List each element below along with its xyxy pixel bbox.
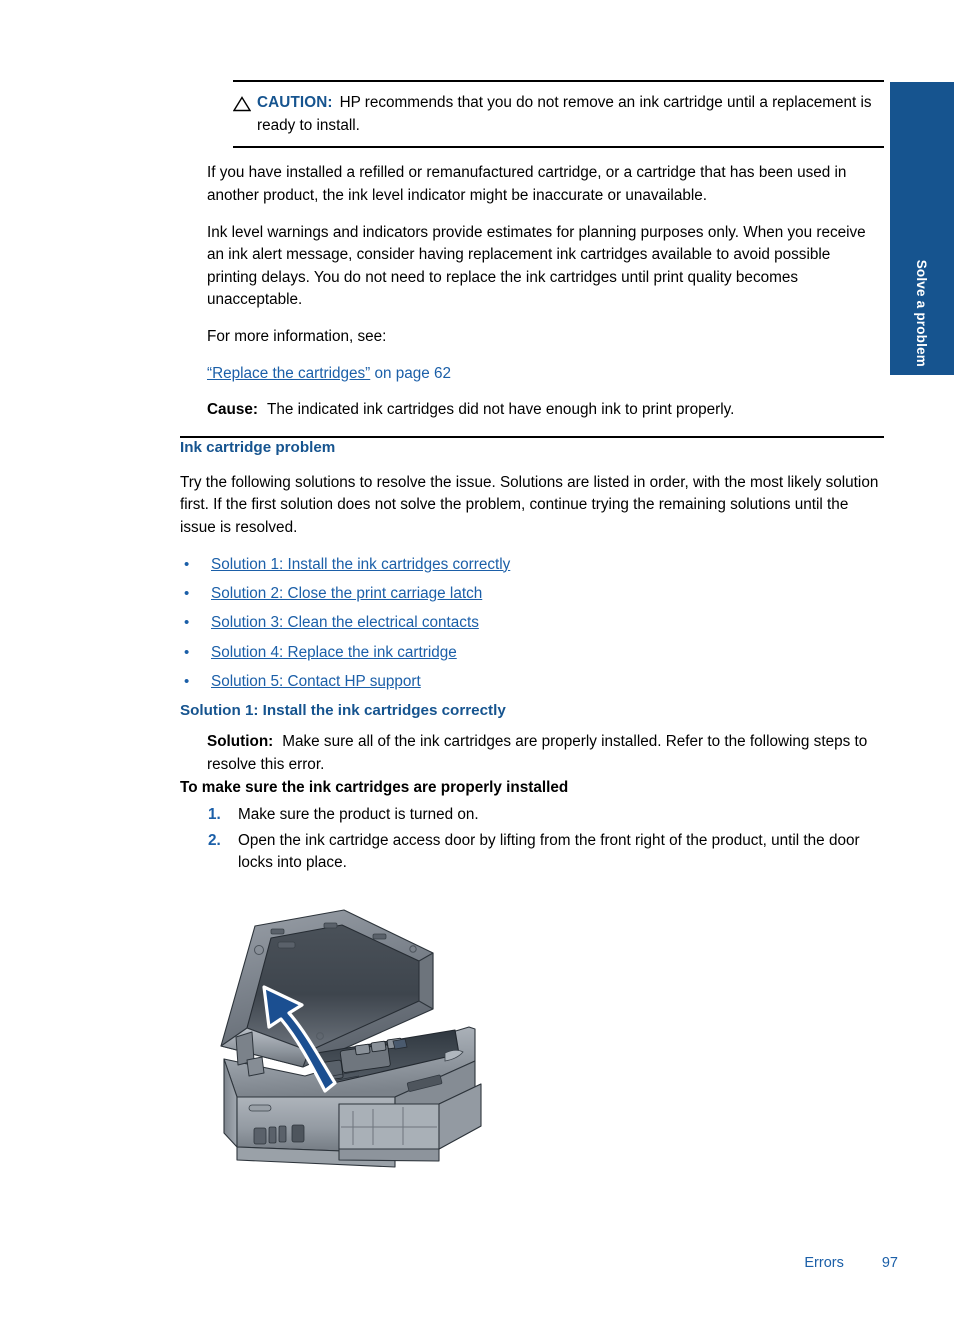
link-replace-the-cartridges-text: “Replace the cartridges”: [207, 364, 371, 382]
caution-triangle-icon: [233, 92, 257, 112]
list-item: 1. Make sure the product is turned on.: [207, 804, 884, 827]
bullet-icon: •: [184, 643, 190, 661]
caution-body-text: HP recommends that you do not remove an …: [257, 94, 872, 134]
printer-access-door-open-illustration: [207, 901, 517, 1186]
list-item: • Solution 2: Close the print carriage l…: [180, 583, 884, 604]
step-text: Make sure the product is turned on.: [238, 805, 479, 823]
solution-label: Solution:: [207, 733, 274, 751]
list-item: 2. Open the ink cartridge access door by…: [207, 830, 884, 875]
caution-label: CAUTION:: [257, 94, 333, 111]
link-replace-the-cartridges[interactable]: “Replace the cartridges”: [207, 365, 370, 382]
list-item: • Solution 5: Contact HP support: [180, 671, 884, 692]
link-solution-2[interactable]: Solution 2: Close the print carriage lat…: [211, 585, 482, 602]
page-content: CAUTION: HP recommends that you do not re…: [180, 0, 884, 1186]
side-tab-label: Solve a problem: [914, 259, 930, 367]
cause-text: The indicated ink cartridges did not hav…: [267, 401, 735, 419]
solution-text: Make sure all of the ink cartridges are …: [207, 733, 868, 773]
cause-label: Cause:: [207, 401, 259, 419]
caution-note-block: CAUTION: HP recommends that you do not re…: [233, 80, 884, 149]
section-heading-ink-cartridge-problem: Ink cartridge problem: [180, 438, 336, 456]
solution-1-body: Solution: Make sure all of the ink cartri…: [207, 731, 884, 776]
side-tab-solve-a-problem: Solve a problem: [890, 82, 954, 375]
bullet-icon: •: [184, 584, 190, 602]
link-solution-3[interactable]: Solution 3: Clean the electrical contact…: [211, 614, 479, 631]
bullet-icon: •: [184, 614, 190, 632]
step-number: 1.: [208, 805, 221, 823]
paragraph-more-information: For more information, see:: [207, 328, 387, 345]
link-solution-4[interactable]: Solution 4: Replace the ink cartridge: [211, 644, 457, 661]
paragraph-ink-level-warnings: Ink level warnings and indicators provid…: [207, 223, 866, 309]
steps-container: 1. Make sure the product is turned on. 2…: [207, 804, 884, 875]
list-item: • Solution 3: Clean the electrical conta…: [180, 612, 884, 633]
list-item: • Solution 4: Replace the ink cartridge: [180, 642, 884, 663]
footer-page-number: 97: [881, 1255, 898, 1271]
list-item: • Solution 1: Install the ink cartridges…: [180, 554, 884, 575]
bullet-icon: •: [184, 555, 190, 573]
crossreference-line: “Replace the cartridges” on page 62: [207, 363, 876, 386]
link-solution-5[interactable]: Solution 5: Contact HP support: [211, 673, 421, 690]
solutions-link-list: • Solution 1: Install the ink cartridges…: [180, 554, 884, 693]
page-footer: Errors 97: [0, 1255, 898, 1271]
document-page: Solve a problem CAUTION: HP recommends th…: [0, 0, 954, 1321]
numbered-steps-list: 1. Make sure the product is turned on. 2…: [207, 804, 884, 875]
footer-chapter-name: Errors: [804, 1255, 844, 1271]
subsection-heading-solution-1: Solution 1: Install the ink cartridges c…: [180, 701, 506, 719]
crossreference-page-suffix: on page 62: [370, 364, 452, 382]
steps-title: To make sure the ink cartridges are prop…: [180, 778, 569, 796]
bullet-icon: •: [184, 673, 190, 691]
step-number: 2.: [208, 831, 221, 849]
caution-text-wrapper: CAUTION: HP recommends that you do not re…: [257, 92, 884, 137]
link-solution-1[interactable]: Solution 1: Install the ink cartridges c…: [211, 556, 510, 573]
step-text: Open the ink cartridge access door by li…: [238, 831, 860, 872]
cause-line: Cause: The indicated ink cartridges did n…: [207, 399, 876, 422]
section-intro-paragraph: Try the following solutions to resolve t…: [180, 473, 879, 536]
paragraph-refilled-cartridge: If you have installed a refilled or rema…: [207, 164, 847, 204]
